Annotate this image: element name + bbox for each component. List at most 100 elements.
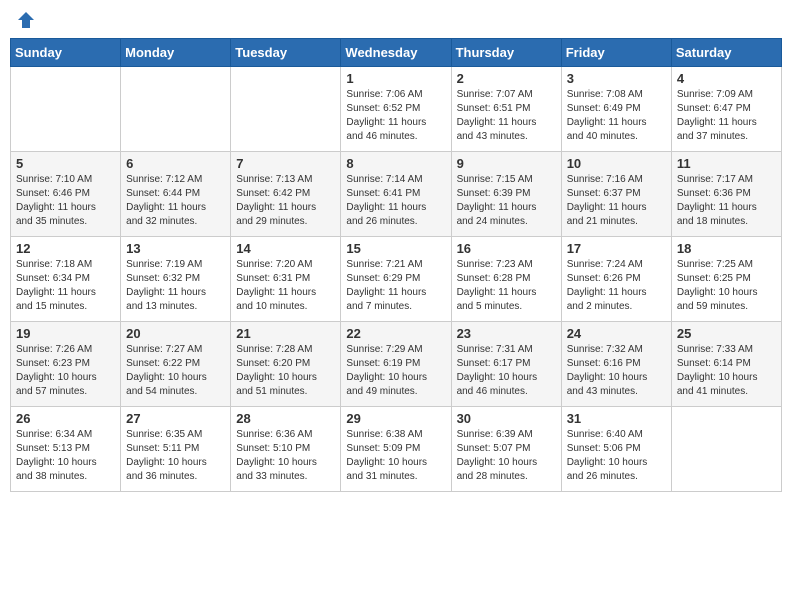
calendar-cell: 30 Sunrise: 6:39 AM Sunset: 5:07 PM Dayli…	[451, 407, 561, 492]
day-info: Sunrise: 7:21 AM Sunset: 6:29 PM Dayligh…	[346, 258, 445, 314]
calendar-cell: 25Sunrise: 7:33 AM Sunset: 6:14 PM Dayli…	[671, 322, 781, 407]
day-number: 17	[567, 241, 666, 256]
calendar-cell: 29 Sunrise: 6:38 AM Sunset: 5:09 PM Dayli…	[341, 407, 451, 492]
calendar-cell: 21 Sunrise: 7:28 AM Sunset: 6:20 PM Dayli…	[231, 322, 341, 407]
day-info: Sunrise: 7:24 AM Sunset: 6:26 PM Dayligh…	[567, 258, 666, 314]
calendar-week-1: 1 Sunrise: 7:06 AM Sunset: 6:52 PM Daylig…	[11, 67, 782, 152]
day-number: 13	[126, 241, 225, 256]
calendar-cell: 15Sunrise: 7:21 AM Sunset: 6:29 PM Dayli…	[341, 237, 451, 322]
day-info: Sunrise: 6:40 AM Sunset: 5:06 PM Dayligh…	[567, 428, 666, 484]
calendar-cell: 5 Sunrise: 7:10 AM Sunset: 6:46 PM Daylig…	[11, 152, 121, 237]
day-info: Sunrise: 7:33 AM Sunset: 6:14 PM Dayligh…	[677, 343, 776, 399]
day-info: Sunrise: 7:17 AM Sunset: 6:36 PM Dayligh…	[677, 173, 776, 229]
day-number: 21	[236, 326, 335, 341]
day-info: Sunrise: 7:10 AM Sunset: 6:46 PM Dayligh…	[16, 173, 115, 229]
day-number: 20	[126, 326, 225, 341]
calendar-cell: 3 Sunrise: 7:08 AM Sunset: 6:49 PM Daylig…	[561, 67, 671, 152]
calendar-cell: 24 Sunrise: 7:32 AM Sunset: 6:16 PM Dayli…	[561, 322, 671, 407]
day-number: 18	[677, 241, 776, 256]
logo	[14, 10, 36, 30]
day-info: Sunrise: 7:27 AM Sunset: 6:22 PM Dayligh…	[126, 343, 225, 399]
calendar-cell: 20 Sunrise: 7:27 AM Sunset: 6:22 PM Dayli…	[121, 322, 231, 407]
weekday-header-friday: Friday	[561, 39, 671, 67]
weekday-header-monday: Monday	[121, 39, 231, 67]
logo-icon	[16, 10, 36, 30]
day-number: 26	[16, 411, 115, 426]
day-info: Sunrise: 7:31 AM Sunset: 6:17 PM Dayligh…	[457, 343, 556, 399]
day-info: Sunrise: 6:38 AM Sunset: 5:09 PM Dayligh…	[346, 428, 445, 484]
calendar-cell: 18 Sunrise: 7:25 AM Sunset: 6:25 PM Dayli…	[671, 237, 781, 322]
day-number: 29	[346, 411, 445, 426]
day-info: Sunrise: 7:08 AM Sunset: 6:49 PM Dayligh…	[567, 88, 666, 144]
day-number: 4	[677, 71, 776, 86]
calendar-cell	[231, 67, 341, 152]
day-number: 28	[236, 411, 335, 426]
day-info: Sunrise: 7:07 AM Sunset: 6:51 PM Dayligh…	[457, 88, 556, 144]
day-number: 3	[567, 71, 666, 86]
day-info: Sunrise: 7:32 AM Sunset: 6:16 PM Dayligh…	[567, 343, 666, 399]
calendar-cell: 17 Sunrise: 7:24 AM Sunset: 6:26 PM Dayli…	[561, 237, 671, 322]
calendar-week-4: 19 Sunrise: 7:26 AM Sunset: 6:23 PM Dayli…	[11, 322, 782, 407]
calendar-cell	[11, 67, 121, 152]
day-info: Sunrise: 7:29 AM Sunset: 6:19 PM Dayligh…	[346, 343, 445, 399]
day-number: 27	[126, 411, 225, 426]
calendar-week-2: 5 Sunrise: 7:10 AM Sunset: 6:46 PM Daylig…	[11, 152, 782, 237]
day-info: Sunrise: 7:06 AM Sunset: 6:52 PM Dayligh…	[346, 88, 445, 144]
day-number: 19	[16, 326, 115, 341]
day-info: Sunrise: 6:39 AM Sunset: 5:07 PM Dayligh…	[457, 428, 556, 484]
day-info: Sunrise: 6:34 AM Sunset: 5:13 PM Dayligh…	[16, 428, 115, 484]
day-number: 31	[567, 411, 666, 426]
day-number: 23	[457, 326, 556, 341]
day-info: Sunrise: 7:23 AM Sunset: 6:28 PM Dayligh…	[457, 258, 556, 314]
day-info: Sunrise: 7:25 AM Sunset: 6:25 PM Dayligh…	[677, 258, 776, 314]
day-number: 12	[16, 241, 115, 256]
weekday-header-wednesday: Wednesday	[341, 39, 451, 67]
calendar-cell: 14Sunrise: 7:20 AM Sunset: 6:31 PM Dayli…	[231, 237, 341, 322]
calendar-cell: 6 Sunrise: 7:12 AM Sunset: 6:44 PM Daylig…	[121, 152, 231, 237]
calendar-cell: 26 Sunrise: 6:34 AM Sunset: 5:13 PM Dayli…	[11, 407, 121, 492]
calendar-cell: 11 Sunrise: 7:17 AM Sunset: 6:36 PM Dayli…	[671, 152, 781, 237]
calendar-cell	[121, 67, 231, 152]
day-info: Sunrise: 7:28 AM Sunset: 6:20 PM Dayligh…	[236, 343, 335, 399]
calendar-table: SundayMondayTuesdayWednesdayThursdayFrid…	[10, 38, 782, 492]
page-header	[10, 10, 782, 30]
day-info: Sunrise: 7:13 AM Sunset: 6:42 PM Dayligh…	[236, 173, 335, 229]
day-info: Sunrise: 7:26 AM Sunset: 6:23 PM Dayligh…	[16, 343, 115, 399]
day-number: 24	[567, 326, 666, 341]
calendar-cell: 16 Sunrise: 7:23 AM Sunset: 6:28 PM Dayli…	[451, 237, 561, 322]
day-number: 8	[346, 156, 445, 171]
calendar-cell: 12Sunrise: 7:18 AM Sunset: 6:34 PM Dayli…	[11, 237, 121, 322]
calendar-cell: 7Sunrise: 7:13 AM Sunset: 6:42 PM Daylig…	[231, 152, 341, 237]
calendar-cell: 10 Sunrise: 7:16 AM Sunset: 6:37 PM Dayli…	[561, 152, 671, 237]
day-info: Sunrise: 7:15 AM Sunset: 6:39 PM Dayligh…	[457, 173, 556, 229]
calendar-cell: 13Sunrise: 7:19 AM Sunset: 6:32 PM Dayli…	[121, 237, 231, 322]
day-number: 5	[16, 156, 115, 171]
calendar-cell	[671, 407, 781, 492]
day-info: Sunrise: 7:14 AM Sunset: 6:41 PM Dayligh…	[346, 173, 445, 229]
weekday-header-thursday: Thursday	[451, 39, 561, 67]
weekday-header-row: SundayMondayTuesdayWednesdayThursdayFrid…	[11, 39, 782, 67]
day-number: 22	[346, 326, 445, 341]
day-number: 1	[346, 71, 445, 86]
calendar-cell: 1 Sunrise: 7:06 AM Sunset: 6:52 PM Daylig…	[341, 67, 451, 152]
day-info: Sunrise: 7:12 AM Sunset: 6:44 PM Dayligh…	[126, 173, 225, 229]
day-info: Sunrise: 7:09 AM Sunset: 6:47 PM Dayligh…	[677, 88, 776, 144]
day-number: 10	[567, 156, 666, 171]
calendar-cell: 23 Sunrise: 7:31 AM Sunset: 6:17 PM Dayli…	[451, 322, 561, 407]
day-number: 2	[457, 71, 556, 86]
calendar-cell: 8 Sunrise: 7:14 AM Sunset: 6:41 PM Daylig…	[341, 152, 451, 237]
day-number: 30	[457, 411, 556, 426]
day-number: 6	[126, 156, 225, 171]
weekday-header-saturday: Saturday	[671, 39, 781, 67]
calendar-cell: 19 Sunrise: 7:26 AM Sunset: 6:23 PM Dayli…	[11, 322, 121, 407]
weekday-header-tuesday: Tuesday	[231, 39, 341, 67]
weekday-header-sunday: Sunday	[11, 39, 121, 67]
calendar-cell: 4 Sunrise: 7:09 AM Sunset: 6:47 PM Daylig…	[671, 67, 781, 152]
day-number: 16	[457, 241, 556, 256]
day-number: 11	[677, 156, 776, 171]
day-info: Sunrise: 7:16 AM Sunset: 6:37 PM Dayligh…	[567, 173, 666, 229]
day-info: Sunrise: 6:36 AM Sunset: 5:10 PM Dayligh…	[236, 428, 335, 484]
calendar-cell: 9Sunrise: 7:15 AM Sunset: 6:39 PM Daylig…	[451, 152, 561, 237]
calendar-cell: 27Sunrise: 6:35 AM Sunset: 5:11 PM Dayli…	[121, 407, 231, 492]
calendar-cell: 28 Sunrise: 6:36 AM Sunset: 5:10 PM Dayli…	[231, 407, 341, 492]
